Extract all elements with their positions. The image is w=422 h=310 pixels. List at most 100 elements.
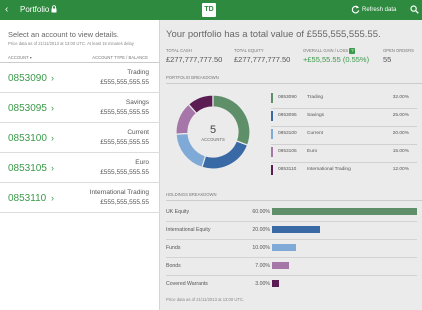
holding-bar [272,208,417,215]
account-type: International Trading [89,189,149,196]
account-number: 0853100 [8,133,47,144]
holding-name: UK Equity [166,209,190,215]
price-data-note: Price data as of 21/11/2013 at 13:00 UTC… [8,41,134,46]
account-balance: £555,555,555.55 [100,139,149,146]
holding-divider [166,239,417,240]
account-type: Euro [135,159,149,166]
legend-row[interactable]: 0853110 International Trading 12.00% [271,165,417,177]
holding-name: Covered Warrants [166,281,208,287]
account-intro-text: Select an account to view details. [8,30,119,39]
holding-name: Funds [166,245,181,251]
legend-account: 0853105 [278,149,297,154]
holding-bar [272,244,297,251]
legend-row[interactable]: 0853095 Savings 25.00% [271,111,417,123]
holding-name: International Equity [166,227,211,233]
total-cash-value: £277,777,777.50 [166,55,223,64]
section-divider [166,83,422,84]
holding-percent: 3.00% [255,281,270,287]
refresh-data-button[interactable]: Refresh data [362,5,396,15]
chevron-right-icon: › [51,73,54,83]
account-type: Trading [127,69,149,76]
section-divider [166,200,422,201]
legend-percent: 32.00% [392,95,409,100]
holding-name: Bonds [166,263,181,269]
holding-percent: 60.00% [252,209,270,215]
donut-accounts-label: ACCOUNTS [201,137,225,142]
account-balance: £555,555,555.55 [100,79,149,86]
legend-divider [271,126,417,127]
legend-row[interactable]: 0853090 Trading 32.00% [271,93,417,105]
account-row[interactable]: 0853095 › Savings £555,555,555.55 [0,93,160,123]
open-orders-value: 55 [383,55,392,64]
account-sort-header[interactable]: ACCOUNT ▾ [8,55,32,60]
chevron-right-icon: › [51,133,54,143]
total-cash-label: TOTAL CASH [166,48,192,53]
open-orders-label: OPEN ORDERS [383,48,414,53]
holding-row[interactable]: Bonds 7.00% [166,260,417,274]
holding-percent: 10.00% [252,245,270,251]
lock-icon [51,5,57,13]
top-bar: ‹ Portfolio TD Refresh data [0,0,422,20]
account-balance: £555,555,555.55 [100,169,149,176]
portfolio-donut-chart[interactable]: 5 ACCOUNTS [174,93,252,171]
legend-name: Current [307,131,323,136]
legend-percent: 15.00% [392,149,409,154]
legend-percent: 12.00% [392,167,409,172]
legend-swatch [271,147,273,157]
holdings-breakdown-title: HOLDINGS BREAKDOWN [166,192,217,197]
back-icon[interactable]: ‹ [5,4,8,16]
help-icon[interactable]: ? [349,48,356,54]
account-row[interactable]: 0853105 › Euro £555,555,555.55 [0,153,160,183]
account-number: 0853110 [8,193,47,204]
refresh-icon[interactable] [351,5,360,14]
search-icon[interactable] [410,5,419,14]
account-list-header: ACCOUNT ▾ ACCOUNT TYPE / BALANCE [0,53,160,63]
page-title: Portfolio [20,5,50,14]
chevron-right-icon: › [51,103,54,113]
account-number: 0853090 [8,73,47,84]
legend-swatch [271,165,273,175]
legend-name: International Trading [307,167,351,172]
legend-account: 0853095 [278,113,297,118]
legend-row[interactable]: 0853105 Euro 15.00% [271,147,417,159]
legend-swatch [271,111,273,121]
legend-divider [271,162,417,163]
chevron-right-icon: › [51,163,54,173]
holding-divider [166,257,417,258]
legend-account: 0853110 [278,167,297,172]
account-number: 0853105 [8,163,47,174]
account-type: Savings [125,99,149,106]
price-data-footer: Price data as of 21/11/2013 at 13:00 UTC… [166,297,245,302]
legend-name: Euro [307,149,318,154]
legend-name: Savings [307,113,325,118]
holding-row[interactable]: International Equity 20.00% [166,224,417,238]
portfolio-breakdown-title: PORTFOLIO BREAKDOWN [166,75,219,80]
gain-loss-value: +£55,55.55 (0.55%) [303,55,370,64]
account-row[interactable]: 0853110 › International Trading £555,555… [0,183,160,213]
legend-account: 0853090 [278,95,297,100]
donut-account-count: 5 [210,124,216,136]
legend-percent: 25.00% [392,113,409,118]
holding-percent: 20.00% [252,227,270,233]
holding-row[interactable]: Covered Warrants 3.00% [166,278,417,292]
holding-row[interactable]: Funds 10.00% [166,242,417,256]
holding-bar [272,262,289,269]
account-row[interactable]: 0853100 › Current £555,555,555.55 [0,123,160,153]
legend-row[interactable]: 0853100 Current 20.00% [271,129,417,141]
legend-account: 0853100 [278,131,297,136]
chevron-right-icon: › [51,193,54,203]
account-type-header: ACCOUNT TYPE / BALANCE [92,55,148,60]
account-balance: £555,555,555.55 [100,199,149,206]
legend-name: Trading [307,95,324,100]
account-type: Current [127,129,149,136]
holding-bar [272,226,321,233]
legend-percent: 20.00% [392,131,409,136]
holding-divider [166,221,417,222]
account-balance: £555,555,555.55 [100,109,149,116]
holding-row[interactable]: UK Equity 60.00% [166,206,417,220]
account-list-panel: Select an account to view details. Price… [0,20,160,310]
gain-loss-label-text: OVERALL GAIN / LOSS [303,48,349,54]
account-row[interactable]: 0853090 › Trading £555,555,555.55 [0,63,160,93]
gain-loss-label: OVERALL GAIN / LOSS ? [303,48,356,54]
portfolio-summary-panel: Your portfolio has a total value of £555… [161,20,422,310]
